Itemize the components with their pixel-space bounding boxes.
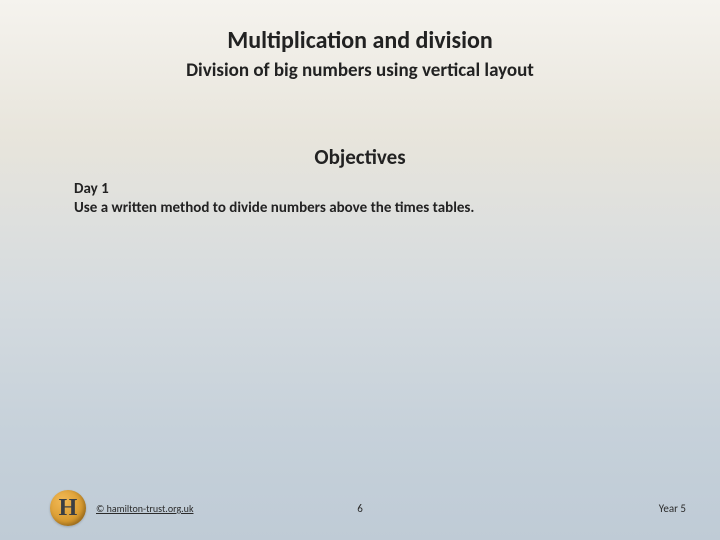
- footer: H © hamilton-trust.org.uk 6 Year 5: [0, 486, 720, 526]
- day-label: Day 1: [74, 180, 660, 198]
- logo-letter: H: [59, 496, 78, 520]
- section-heading: Objectives: [0, 144, 720, 170]
- page-title: Multiplication and division: [0, 0, 720, 55]
- body-block: Day 1 Use a written method to divide num…: [0, 180, 720, 217]
- slide: Multiplication and division Division of …: [0, 0, 720, 540]
- objective-text: Use a written method to divide numbers a…: [74, 199, 660, 217]
- logo-badge: H: [50, 490, 86, 526]
- copyright-link[interactable]: © hamilton-trust.org.uk: [96, 502, 194, 515]
- year-label: Year 5: [659, 502, 686, 515]
- page-subtitle: Division of big numbers using vertical l…: [0, 59, 720, 82]
- page-number: 6: [357, 502, 363, 515]
